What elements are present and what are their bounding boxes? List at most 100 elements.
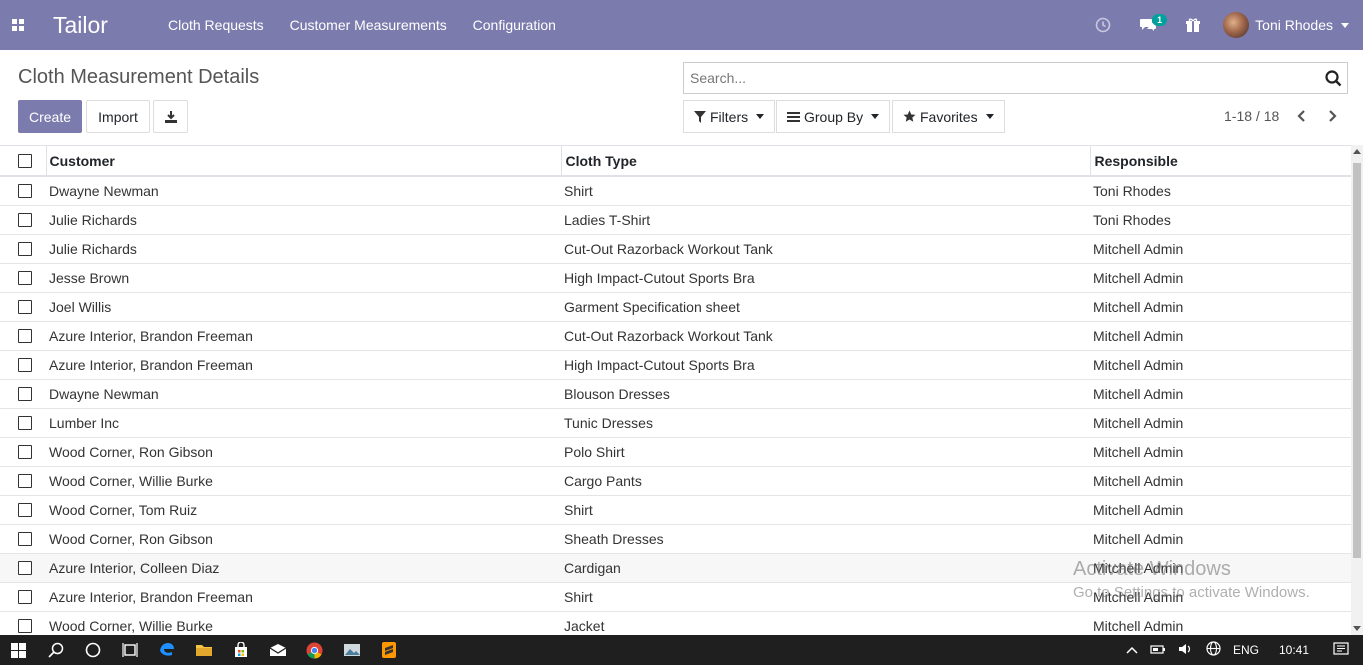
cell-customer[interactable]: Joel Willis <box>46 292 561 322</box>
store-icon[interactable] <box>222 635 259 665</box>
vertical-scrollbar[interactable] <box>1351 145 1363 635</box>
cell-customer[interactable]: Azure Interior, Brandon Freeman <box>46 321 561 351</box>
cell-cloth-type[interactable]: Sheath Dresses <box>561 524 1090 554</box>
search-input[interactable] <box>690 70 1319 86</box>
mail-icon[interactable] <box>259 635 296 665</box>
table-row[interactable]: Dwayne Newman Blouson Dresses Mitchell Adm… <box>0 379 1351 409</box>
cell-cloth-type[interactable]: Ladies T-Shirt <box>561 205 1090 235</box>
cell-responsible[interactable]: Mitchell Admin <box>1090 263 1351 293</box>
cell-cloth-type[interactable]: Tunic Dresses <box>561 408 1090 438</box>
table-row[interactable]: Azure Interior, Brandon Freeman High Impa… <box>0 350 1351 380</box>
cell-responsible[interactable]: Mitchell Admin <box>1090 321 1351 351</box>
column-header-cloth-type[interactable]: Cloth Type <box>560 146 1090 177</box>
cell-responsible[interactable]: Mitchell Admin <box>1090 379 1351 409</box>
cell-cloth-type[interactable]: Cargo Pants <box>561 466 1090 496</box>
row-checkbox[interactable] <box>18 241 32 256</box>
pager-value[interactable]: 1-18 / 18 <box>1224 108 1279 124</box>
cell-customer[interactable]: Jesse Brown <box>46 263 561 293</box>
row-checkbox[interactable] <box>18 560 32 575</box>
cell-responsible[interactable]: Toni Rhodes <box>1090 205 1351 235</box>
cell-customer[interactable]: Wood Corner, Tom Ruiz <box>46 495 561 525</box>
table-row[interactable]: Wood Corner, Ron Gibson Polo Shirt Mitchel… <box>0 437 1351 467</box>
user-menu[interactable]: Toni Rhodes <box>1215 12 1363 38</box>
cell-responsible[interactable]: Mitchell Admin <box>1090 350 1351 380</box>
row-checkbox[interactable] <box>18 444 32 459</box>
cell-cloth-type[interactable]: Garment Specification sheet <box>561 292 1090 322</box>
menu-configuration[interactable]: Configuration <box>473 17 556 33</box>
network-globe-icon[interactable] <box>1206 641 1221 659</box>
favorites-dropdown[interactable]: Favorites <box>892 100 1005 133</box>
table-row[interactable]: Azure Interior, Brandon Freeman Cut-Out R… <box>0 321 1351 351</box>
photos-icon[interactable] <box>333 635 370 665</box>
export-download-button[interactable] <box>153 100 188 133</box>
pager-previous-button[interactable] <box>1290 104 1314 128</box>
row-checkbox[interactable] <box>18 328 32 343</box>
row-checkbox[interactable] <box>18 183 32 198</box>
cell-responsible[interactable]: Mitchell Admin <box>1090 292 1351 322</box>
cell-customer[interactable]: Wood Corner, Willie Burke <box>46 611 561 635</box>
menu-cloth-requests[interactable]: Cloth Requests <box>168 17 264 33</box>
cell-cloth-type[interactable]: High Impact-Cutout Sports Bra <box>561 263 1090 293</box>
scroll-thumb[interactable] <box>1353 163 1361 558</box>
cell-responsible[interactable]: Mitchell Admin <box>1090 611 1351 635</box>
cell-cloth-type[interactable]: Cut-Out Razorback Workout Tank <box>561 321 1090 351</box>
table-row[interactable]: Wood Corner, Ron Gibson Sheath Dresses Mit… <box>0 524 1351 554</box>
cell-cloth-type[interactable]: Jacket <box>561 611 1090 635</box>
messages-icon[interactable]: 1 <box>1125 0 1171 50</box>
activity-clock-icon[interactable] <box>1081 0 1125 50</box>
row-checkbox[interactable] <box>18 357 32 372</box>
volume-icon[interactable] <box>1178 642 1194 659</box>
row-checkbox[interactable] <box>18 473 32 488</box>
row-checkbox[interactable] <box>18 386 32 401</box>
table-row[interactable]: Lumber Inc Tunic Dresses Mitchell Admin <box>0 408 1351 438</box>
cell-cloth-type[interactable]: Blouson Dresses <box>561 379 1090 409</box>
notifications-icon[interactable] <box>1333 641 1349 659</box>
cell-customer[interactable]: Wood Corner, Ron Gibson <box>46 437 561 467</box>
cell-customer[interactable]: Wood Corner, Ron Gibson <box>46 524 561 554</box>
pager-next-button[interactable] <box>1320 104 1344 128</box>
table-row[interactable]: Joel Willis Garment Specification sheet Mi… <box>0 292 1351 322</box>
language-indicator[interactable]: ENG <box>1233 643 1259 657</box>
taskbar-search-icon[interactable] <box>37 635 74 665</box>
cell-customer[interactable]: Julie Richards <box>46 234 561 264</box>
cell-responsible[interactable]: Mitchell Admin <box>1090 495 1351 525</box>
sublime-text-icon[interactable] <box>370 635 407 665</box>
row-checkbox[interactable] <box>18 531 32 546</box>
cell-customer[interactable]: Azure Interior, Brandon Freeman <box>46 350 561 380</box>
table-row[interactable]: Wood Corner, Tom Ruiz Shirt Mitchell Admin <box>0 495 1351 525</box>
cell-customer[interactable]: Lumber Inc <box>46 408 561 438</box>
row-checkbox[interactable] <box>18 415 32 430</box>
chrome-icon[interactable] <box>296 635 333 665</box>
apps-menu-icon[interactable] <box>0 0 36 50</box>
edge-browser-icon[interactable] <box>148 635 185 665</box>
cell-cloth-type[interactable]: Cut-Out Razorback Workout Tank <box>561 234 1090 264</box>
cell-cloth-type[interactable]: Cardigan <box>561 553 1090 583</box>
task-view-icon[interactable] <box>111 635 148 665</box>
create-button[interactable]: Create <box>18 100 82 133</box>
cell-cloth-type[interactable]: Shirt <box>561 582 1090 612</box>
table-row[interactable]: Julie Richards Cut-Out Razorback Workout … <box>0 234 1351 264</box>
scroll-up-arrow-icon[interactable] <box>1353 149 1361 154</box>
cortana-icon[interactable] <box>74 635 111 665</box>
groupby-dropdown[interactable]: Group By <box>776 100 891 133</box>
cell-responsible[interactable]: Toni Rhodes <box>1090 176 1351 206</box>
cell-customer[interactable]: Wood Corner, Willie Burke <box>46 466 561 496</box>
table-row[interactable]: Wood Corner, Willie Burke Cargo Pants Mitc… <box>0 466 1351 496</box>
cell-customer[interactable]: Dwayne Newman <box>46 379 561 409</box>
cell-responsible[interactable]: Mitchell Admin <box>1090 553 1351 583</box>
cell-responsible[interactable]: Mitchell Admin <box>1090 524 1351 554</box>
row-checkbox[interactable] <box>18 589 32 604</box>
cell-customer[interactable]: Julie Richards <box>46 205 561 235</box>
column-header-responsible[interactable]: Responsible <box>1089 146 1351 177</box>
cell-cloth-type[interactable]: Polo Shirt <box>561 437 1090 467</box>
cell-responsible[interactable]: Mitchell Admin <box>1090 234 1351 264</box>
row-checkbox[interactable] <box>18 299 32 314</box>
cell-cloth-type[interactable]: Shirt <box>561 176 1090 206</box>
chevron-up-icon[interactable] <box>1126 643 1138 657</box>
cell-cloth-type[interactable]: Shirt <box>561 495 1090 525</box>
select-all-checkbox[interactable] <box>18 153 32 168</box>
column-header-customer[interactable]: Customer <box>45 146 561 177</box>
filters-dropdown[interactable]: Filters <box>683 100 776 133</box>
app-brand[interactable]: Tailor <box>53 12 108 39</box>
row-checkbox[interactable] <box>18 212 32 227</box>
